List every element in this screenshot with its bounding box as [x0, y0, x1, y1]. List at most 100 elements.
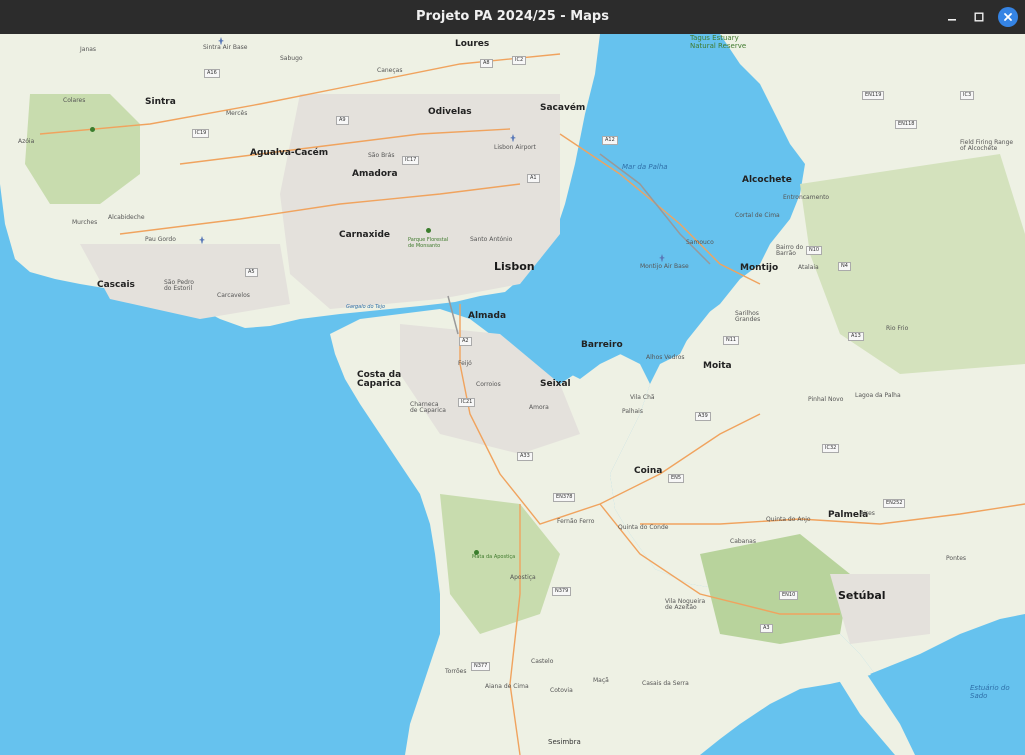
airport-icon[interactable] [199, 236, 205, 244]
label-place: Murches [72, 219, 98, 226]
urban-lisbon [280, 94, 560, 309]
label-place: Sesimbra [548, 738, 581, 746]
highway-shield: N4 [838, 262, 851, 271]
label-place: Lagoa da Palha [855, 392, 901, 399]
label-montijo[interactable]: Montijo [740, 263, 778, 273]
label-place: Atalaia [798, 264, 819, 271]
minimize-button[interactable] [943, 8, 961, 26]
label-lisbon[interactable]: Lisbon [494, 260, 535, 273]
label-sintra-airbase: Sintra Air Base [203, 44, 248, 51]
highway-shield: N377 [471, 662, 491, 671]
label-place: Aiana de Cima [485, 683, 529, 690]
label-field-firing: Field Firing Range of Alcochete [960, 139, 1014, 152]
label-place: Maçã [593, 677, 609, 684]
highway-shield: A2 [459, 337, 472, 346]
minimize-icon [948, 19, 956, 21]
label-place: Sabugo [280, 55, 303, 62]
label-sacavem[interactable]: Sacavém [540, 103, 585, 113]
highway-shield: N379 [552, 587, 572, 596]
map-view[interactable]: Lisbon Setúbal Odivelas Sintra Almada Se… [0, 34, 1025, 755]
label-place: Corroios [476, 381, 501, 388]
label-place: Cortal de Cima [735, 212, 780, 219]
title-bar[interactable]: Projeto PA 2024/25 - Maps [0, 0, 1025, 34]
maximize-button[interactable] [970, 8, 988, 26]
label-barreiro[interactable]: Barreiro [581, 340, 623, 350]
highway-shield: A1 [527, 174, 540, 183]
label-place: Casais da Serra [642, 680, 689, 687]
highway-shield: EN10 [779, 591, 799, 600]
label-place: Charneca de Caparica [410, 401, 446, 414]
label-place: Entroncamento [783, 194, 830, 201]
label-gargalo: Gargalo do Tejo [346, 304, 386, 310]
label-place: Colares [63, 97, 86, 104]
park-marker-icon[interactable] [426, 228, 431, 233]
label-place: Castelo [531, 658, 554, 665]
highway-shield: EN378 [553, 493, 576, 502]
label-place: Aires [860, 510, 875, 517]
highway-shield: EN5 [668, 474, 685, 483]
maximize-icon [974, 12, 984, 22]
highway-shield: EN119 [862, 91, 885, 100]
highway-shield: A33 [517, 452, 533, 461]
label-seixal[interactable]: Seixal [540, 379, 571, 389]
label-place: Palhais [622, 408, 643, 415]
highway-shield: A5 [245, 268, 258, 277]
label-amadora[interactable]: Amadora [352, 169, 398, 179]
window-title: Projeto PA 2024/25 - Maps [416, 9, 609, 24]
label-place: Apostiça [510, 574, 536, 581]
label-place: São Pedro do Estoril [164, 279, 194, 292]
close-button[interactable] [998, 7, 1018, 27]
label-place: Quinta do Anjo [766, 516, 811, 523]
label-place: Janas [80, 46, 97, 53]
airport-icon[interactable] [510, 134, 516, 142]
highway-shield: A12 [602, 136, 618, 145]
label-place: Sarilhos Grandes [735, 310, 761, 323]
highway-shield: N11 [723, 336, 740, 345]
highway-shield: A8 [480, 59, 493, 68]
label-loures[interactable]: Loures [455, 39, 489, 49]
label-coina[interactable]: Coina [634, 466, 662, 476]
highway-shield: A16 [204, 69, 220, 78]
label-cascais[interactable]: Cascais [97, 280, 135, 290]
label-agualva-cacem[interactable]: Agualva-Cacém [250, 148, 328, 158]
label-lisbon-airport: Lisbon Airport [494, 144, 536, 151]
highway-shield: IC17 [402, 156, 420, 165]
highway-shield: IC3 [960, 91, 975, 100]
highway-shield: IC2 [512, 56, 527, 65]
label-place: Cabanas [730, 538, 756, 545]
label-costa-caparica[interactable]: Costa da Caparica [357, 371, 401, 389]
label-place: Azóia [18, 138, 35, 145]
label-moita[interactable]: Moita [703, 361, 732, 371]
airport-icon[interactable] [659, 254, 665, 262]
label-place: Cotovia [550, 687, 573, 694]
label-mata-apostica: Mata da Apostiça [472, 554, 516, 560]
label-place: Fernão Ferro [557, 518, 595, 525]
label-place: Alhos Vedros [646, 354, 685, 361]
label-place: Santo António [470, 236, 513, 243]
airport-icon[interactable] [218, 37, 224, 45]
label-place: Amora [529, 404, 549, 411]
label-odivelas[interactable]: Odivelas [428, 107, 472, 117]
app-window: Projeto PA 2024/25 - Maps Lisbon Setúbal… [0, 0, 1025, 755]
highway-shield: IC21 [458, 398, 476, 407]
highway-shield: A39 [695, 412, 711, 421]
highway-shield: EN118 [895, 120, 918, 129]
highway-shield: EN252 [883, 499, 906, 508]
label-place: Rio Frio [886, 325, 909, 332]
label-place: Samouco [686, 239, 714, 246]
label-sintra[interactable]: Sintra [145, 97, 176, 107]
label-place: Carcavelos [217, 292, 250, 299]
park-marker-icon[interactable] [90, 127, 95, 132]
highway-shield: A13 [848, 332, 864, 341]
label-carnaxide[interactable]: Carnaxide [339, 230, 390, 240]
label-alcochete[interactable]: Alcochete [742, 175, 792, 185]
label-place: Vila Nogueira de Azeitão [665, 598, 706, 611]
highway-shield: IC32 [822, 444, 840, 453]
label-place: São Brás [368, 152, 395, 159]
label-place: Feijó [458, 360, 472, 367]
label-almada[interactable]: Almada [468, 311, 506, 321]
label-setubal[interactable]: Setúbal [838, 589, 886, 602]
park-marker-icon[interactable] [474, 550, 479, 555]
label-reserve: Tagus Estuary Natural Reserve [690, 34, 747, 50]
label-estuario-sado: Estuário do Sado [970, 684, 1010, 700]
